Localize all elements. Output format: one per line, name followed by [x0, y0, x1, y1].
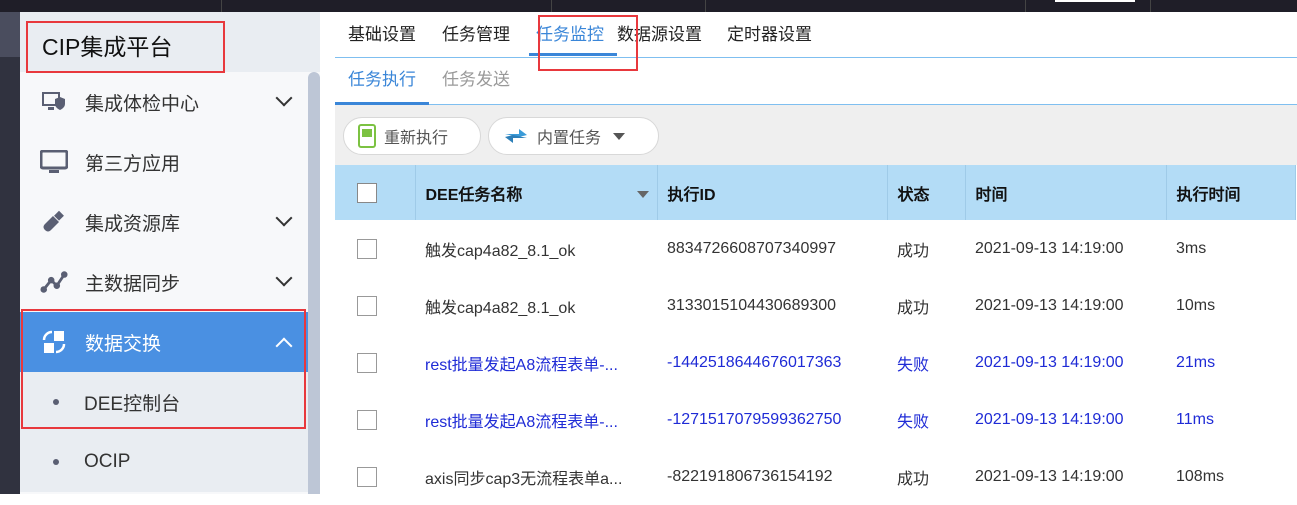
tab-task-monitor[interactable]: 任务监控: [523, 12, 617, 57]
table-row[interactable]: rest批量发起A8流程表单-... -1271517079599362750 失败…: [335, 391, 1295, 448]
task-table: DEE任务名称 执行ID 状态 时间 执行时间 触发cap4a82_8.1_ok…: [335, 165, 1296, 505]
duration: 21ms: [1176, 353, 1216, 371]
caret-down-icon: [613, 132, 626, 140]
chevron-up-icon: [275, 337, 293, 355]
status: 成功: [897, 470, 930, 488]
duration: 11ms: [1176, 410, 1214, 428]
sidebar-subitem-label: DEE控制台: [84, 393, 181, 415]
app-logo: CIP集成平台: [20, 12, 320, 72]
left-nav-strip: [0, 12, 20, 494]
sidebar-item-data-exchange[interactable]: 数据交换: [20, 312, 308, 372]
execution-id: -1271517079599362750: [667, 410, 842, 428]
execution-id: 8834726608707340997: [667, 239, 837, 257]
execution-id: -1442518644676017363: [667, 353, 842, 371]
task-name: 触发cap4a82_8.1_ok: [425, 299, 576, 317]
duration: 10ms: [1176, 296, 1216, 314]
swap-arrows-icon: [503, 125, 529, 147]
chevron-down-icon: [275, 269, 293, 287]
top-bar: [0, 0, 1297, 12]
row-checkbox[interactable]: [357, 409, 377, 430]
sidebar-scrollbar[interactable]: [308, 72, 320, 494]
rerun-label: 重新执行: [384, 130, 449, 147]
tab-task-management[interactable]: 任务管理: [429, 12, 523, 57]
select-all-cell: [335, 165, 416, 220]
sidebar: CIP集成平台 集成体检中心 第三方应用 集成资源库 主数据同步 数据交换 DE…: [20, 12, 320, 494]
execution-id: -822191806736154192: [667, 467, 833, 485]
sidebar-item-third-party-apps[interactable]: 第三方应用: [20, 132, 308, 192]
task-name: rest批量发起A8流程表单-...: [425, 356, 618, 374]
column-header[interactable]: 执行ID: [657, 165, 888, 220]
column-header[interactable]: 执行时间: [1166, 165, 1296, 220]
sidebar-subitem-label: OCIP: [84, 451, 131, 472]
status: 失败: [897, 413, 930, 431]
time: 2021-09-13 14:19:00: [975, 467, 1124, 485]
time: 2021-09-13 14:19:00: [975, 239, 1124, 257]
chevron-down-icon: [275, 209, 293, 227]
task-name: axis同步cap3无流程表单a...: [425, 470, 623, 488]
top-tabs: 基础设置 任务管理 任务监控 数据源设置 定时器设置: [335, 12, 1297, 58]
table-row[interactable]: 触发cap4a82_8.1_ok 8834726608707340997 成功 202…: [335, 220, 1295, 277]
table-row[interactable]: 触发cap4a82_8.1_ok 3133015104430689300 成功 202…: [335, 277, 1295, 334]
sort-caret-icon[interactable]: [636, 191, 649, 198]
shield-monitor-icon: [40, 90, 68, 114]
main-panel: 基础设置 任务管理 任务监控 数据源设置 定时器设置 任务执行 任务发送 重新执…: [320, 12, 1297, 494]
time: 2021-09-13 14:19:00: [975, 296, 1124, 314]
select-all-checkbox[interactable]: [357, 182, 377, 203]
sidebar-item-health-center[interactable]: 集成体检中心: [20, 72, 308, 132]
row-checkbox[interactable]: [357, 295, 377, 316]
toolbar: 重新执行 内置任务: [335, 105, 1297, 165]
sidebar-item-label: 数据交换: [85, 333, 162, 355]
sidebar-item-master-data-sync[interactable]: 主数据同步: [20, 252, 308, 312]
exchange-icon: [40, 330, 68, 354]
sidebar-subitem-dee-console[interactable]: DEE控制台: [20, 372, 308, 432]
duration: 3ms: [1176, 239, 1207, 257]
status: 成功: [897, 242, 930, 260]
task-name: 触发cap4a82_8.1_ok: [425, 242, 576, 260]
sub-tabs: 任务执行 任务发送: [335, 59, 1297, 105]
row-checkbox[interactable]: [357, 352, 377, 373]
sidebar-item-label: 集成资源库: [85, 213, 181, 235]
column-header[interactable]: 状态: [887, 165, 966, 220]
line-chart-icon: [40, 270, 68, 294]
execution-id: 3133015104430689300: [667, 296, 837, 314]
tab-timer-settings[interactable]: 定时器设置: [715, 12, 825, 57]
column-header[interactable]: DEE任务名称: [415, 165, 658, 220]
rerun-icon: [358, 124, 376, 148]
table-row[interactable]: rest批量发起A8流程表单-... -1442518644676017363 失败…: [335, 334, 1295, 391]
sidebar-item-resource-library[interactable]: 集成资源库: [20, 192, 308, 252]
tab-datasource-settings[interactable]: 数据源设置: [617, 12, 715, 57]
row-checkbox[interactable]: [357, 466, 377, 487]
builtin-task-dropdown[interactable]: 内置任务: [488, 117, 659, 155]
column-header[interactable]: 时间: [965, 165, 1167, 220]
subtab-task-execution[interactable]: 任务执行: [335, 59, 429, 105]
task-name: rest批量发起A8流程表单-...: [425, 413, 618, 431]
time: 2021-09-13 14:19:00: [975, 410, 1124, 428]
tab-basic-settings[interactable]: 基础设置: [335, 12, 429, 57]
monitor-icon: [40, 150, 68, 174]
rerun-button[interactable]: 重新执行: [343, 117, 481, 155]
top-search-input[interactable]: [1055, 0, 1135, 2]
sidebar-item-label: 主数据同步: [85, 273, 181, 295]
chevron-down-icon: [275, 89, 293, 107]
duration: 108ms: [1176, 467, 1225, 485]
sidebar-subitem-ocip[interactable]: OCIP: [20, 432, 308, 492]
subtab-task-send[interactable]: 任务发送: [429, 59, 523, 104]
time: 2021-09-13 14:19:00: [975, 353, 1124, 371]
table-row[interactable]: axis同步cap3无流程表单a... -822191806736154192 成功…: [335, 448, 1295, 505]
usb-icon: [40, 210, 68, 234]
builtin-task-label: 内置任务: [537, 130, 602, 147]
status: 成功: [897, 299, 930, 317]
sidebar-item-label: 集成体检中心: [85, 93, 200, 115]
app-title: CIP集成平台: [42, 34, 173, 60]
sidebar-item-label: 第三方应用: [85, 153, 181, 175]
row-checkbox[interactable]: [357, 238, 377, 259]
status: 失败: [897, 356, 930, 374]
